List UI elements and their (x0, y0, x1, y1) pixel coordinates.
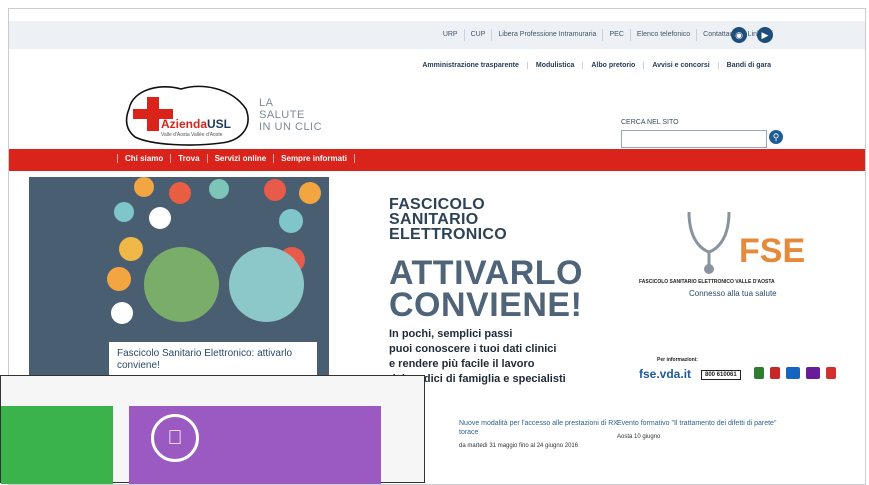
page-frame: URP CUP Libera Professione Intramuraria … (0, 0, 869, 485)
link-avvisi-concorsi[interactable]: Avvisi e concorsi (643, 62, 717, 69)
secondary-links: Amministrazione trasparente Modulistica … (414, 62, 779, 69)
news-title[interactable]: Evento formativo "Il trattamento dei dif… (617, 419, 787, 428)
main-nav: Chi siamo Trova Servizi online Sempre in… (117, 154, 355, 163)
search-input[interactable] (621, 130, 767, 148)
health-icon (119, 237, 143, 261)
nav-sempre-informati[interactable]: Sempre informati (273, 154, 354, 163)
fse-desc-line-1: In pochi, semplici passi (389, 328, 513, 340)
partner-logo-icon (806, 367, 820, 379)
health-icon (169, 182, 191, 204)
utility-link-pec[interactable]: PEC (602, 29, 629, 41)
fse-desc-line-3: e rendere più facile il lavoro (389, 358, 535, 370)
logo-subline: Valle d'Aosta Vallée d'Aoste (161, 132, 223, 138)
utility-links: URP CUP Libera Professione Intramuraria … (437, 29, 779, 41)
utility-link-libera-professione[interactable]: Libera Professione Intramuraria (491, 29, 602, 41)
partner-logo-icon (770, 367, 780, 379)
logo-text: AziendaUSL (161, 117, 231, 131)
info-label: Per informazioni: (657, 357, 698, 363)
fse-title-line-2: SANITARIO (389, 211, 479, 228)
twitter-icon[interactable]: ◉ (731, 27, 747, 43)
nav-chi-siamo[interactable]: Chi siamo (117, 154, 170, 163)
search-icon[interactable]: ⚲ (769, 130, 783, 144)
partner-logo-icon (786, 367, 800, 379)
fse-desc-line-2: puoi conoscere i tuoi dati clinici (389, 343, 557, 355)
news-item[interactable]: Nuove modalità per l'accesso alle presta… (459, 419, 629, 449)
fse-label: FASCICOLO SANITARIO ELETTRONICO VALLE D'… (639, 279, 775, 285)
tile-green[interactable] (1, 406, 113, 484)
patient-avatar (144, 247, 219, 322)
site-tagline: LA SALUTE IN UN CLIC (259, 97, 322, 133)
tagline-line-2: SALUTE (259, 109, 305, 121)
fse-headline-line-1: ATTIVARLO (389, 254, 583, 292)
link-amministrazione-trasparente[interactable]: Amministrazione trasparente (414, 62, 526, 69)
nav-trova[interactable]: Trova (170, 154, 206, 163)
partner-logo-icon (754, 367, 764, 379)
main-nav-bar: Chi siamo Trova Servizi online Sempre in… (9, 149, 865, 171)
utility-link-elenco[interactable]: Elenco telefonico (629, 29, 696, 41)
news-date: da martedì 31 maggio fino al 24 giugno 2… (459, 443, 579, 449)
doctor-avatar (229, 247, 304, 322)
health-icon (264, 179, 286, 201)
health-icon (279, 209, 303, 233)
fse-banner[interactable]: Fascicolo Sanitario Elettronico: attivar… (29, 177, 865, 385)
overlay-screenshot:  (0, 375, 425, 484)
link-bandi-gara[interactable]: Bandi di gara (717, 62, 779, 69)
partner-logo-icon (826, 367, 836, 379)
tile-purple[interactable]:  (129, 406, 381, 484)
nav-end-divider (353, 154, 355, 163)
search-label: CERCA NEL SITO (621, 119, 679, 126)
region-outline-icon (125, 85, 249, 146)
fse-title-line-3: ELETTRONICO (389, 226, 507, 243)
logo-brand-right: USL (207, 117, 232, 131)
banner-illustration: Fascicolo Sanitario Elettronico: attivar… (29, 177, 329, 382)
youtube-icon[interactable]: ▶ (757, 27, 773, 43)
tagline-line-1: LA (259, 97, 274, 109)
health-icon (111, 302, 133, 324)
tagline-line-3: IN UN CLIC (259, 121, 323, 133)
apple-icon:  (151, 414, 199, 462)
fse-title-line-1: FASCICOLO (389, 196, 486, 213)
health-icon (114, 202, 134, 222)
svg-text:FSE: FSE (739, 232, 805, 270)
news-title[interactable]: Nuove modalità per l'accesso alle presta… (459, 419, 629, 437)
logo-brand-left: Azienda (161, 117, 208, 131)
top-utility-bar: URP CUP Libera Professione Intramuraria … (9, 21, 865, 49)
nav-servizi-online[interactable]: Servizi online (206, 154, 274, 163)
fse-title: FASCICOLO SANITARIO ELETTRONICO (389, 196, 507, 243)
fse-site-link[interactable]: fse.vda.it (639, 367, 691, 381)
fse-headline: ATTIVARLO CONVIENE! (389, 254, 583, 324)
news-date: Aosta 10 giugno (617, 434, 661, 440)
health-icon (149, 207, 171, 229)
utility-link-urp[interactable]: URP (437, 29, 464, 41)
link-albo-pretorio[interactable]: Albo pretorio (582, 62, 643, 69)
health-icon (299, 182, 321, 204)
stethoscope-icon: FSE (687, 211, 805, 274)
health-icon (134, 177, 154, 197)
partner-logos (754, 367, 836, 379)
link-modulistica[interactable]: Modulistica (526, 62, 583, 69)
info-phone: 800 610061 (701, 370, 741, 380)
fse-headline-line-2: CONVIENE! (389, 286, 583, 324)
fse-tagline: Connesso alla tua salute (689, 289, 777, 298)
fse-logo: FSE FASCICOLO SANITARIO ELETTRONICO VALL… (639, 207, 829, 307)
utility-link-cup[interactable]: CUP (463, 29, 492, 41)
news-item[interactable]: Evento formativo "Il trattamento dei dif… (617, 419, 787, 440)
ausl-logo[interactable]: AziendaUSL Valle d'Aosta Vallée d'Aoste (121, 79, 261, 149)
health-icon (209, 179, 229, 199)
health-icon (107, 267, 131, 291)
